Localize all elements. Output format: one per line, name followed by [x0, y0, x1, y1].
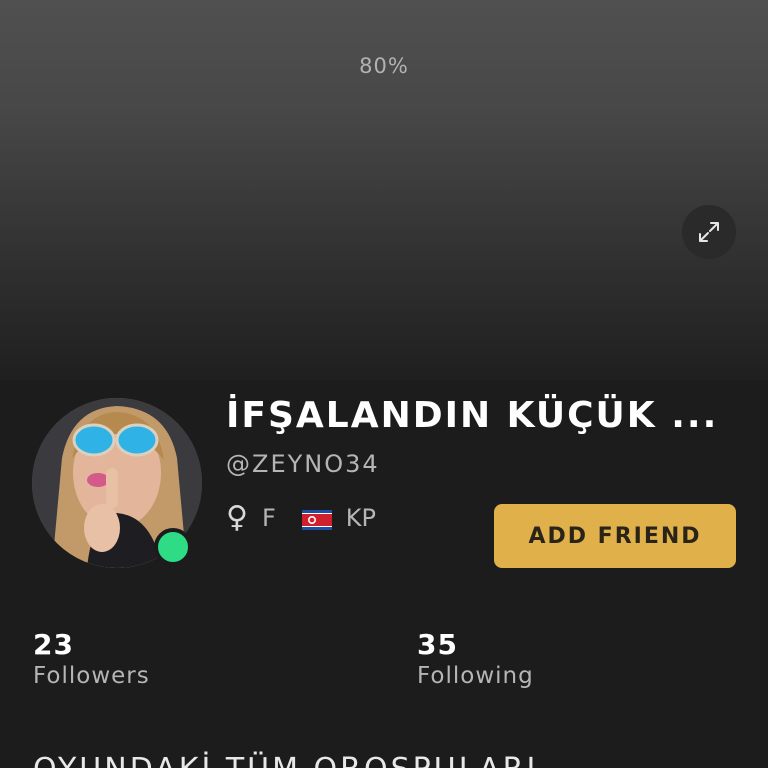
- following-count: 35: [417, 628, 458, 661]
- expand-button[interactable]: [682, 205, 736, 259]
- progress-text: 80%: [359, 54, 409, 78]
- expand-icon: [699, 222, 719, 242]
- following-stat[interactable]: 35 Following: [417, 628, 534, 689]
- followers-label: Followers: [33, 663, 150, 689]
- online-indicator: [154, 528, 192, 566]
- cover-area: 80%: [0, 0, 768, 380]
- following-label: Following: [417, 663, 534, 689]
- profile-bio: OYUNDAKİ TÜM OROSPULARI: [33, 752, 733, 768]
- female-icon: ♀: [226, 500, 248, 535]
- followers-count: 23: [33, 628, 74, 661]
- profile-meta: ♀ F KP: [226, 503, 376, 533]
- profile-handle: @ZEYNO34: [226, 450, 380, 478]
- followers-stat[interactable]: 23 Followers: [33, 628, 150, 689]
- add-friend-button[interactable]: ADD FRIEND: [494, 504, 736, 568]
- profile-name: İFŞALANDIN KÜÇÜK ...: [226, 395, 719, 436]
- profile-page: 80% İFŞALANDIN KÜÇÜK ... @ZEYNO34 ♀ F KP…: [0, 0, 768, 768]
- gender-label: F: [261, 504, 276, 532]
- country-code: KP: [345, 504, 377, 532]
- flag-kp-icon: [301, 508, 332, 530]
